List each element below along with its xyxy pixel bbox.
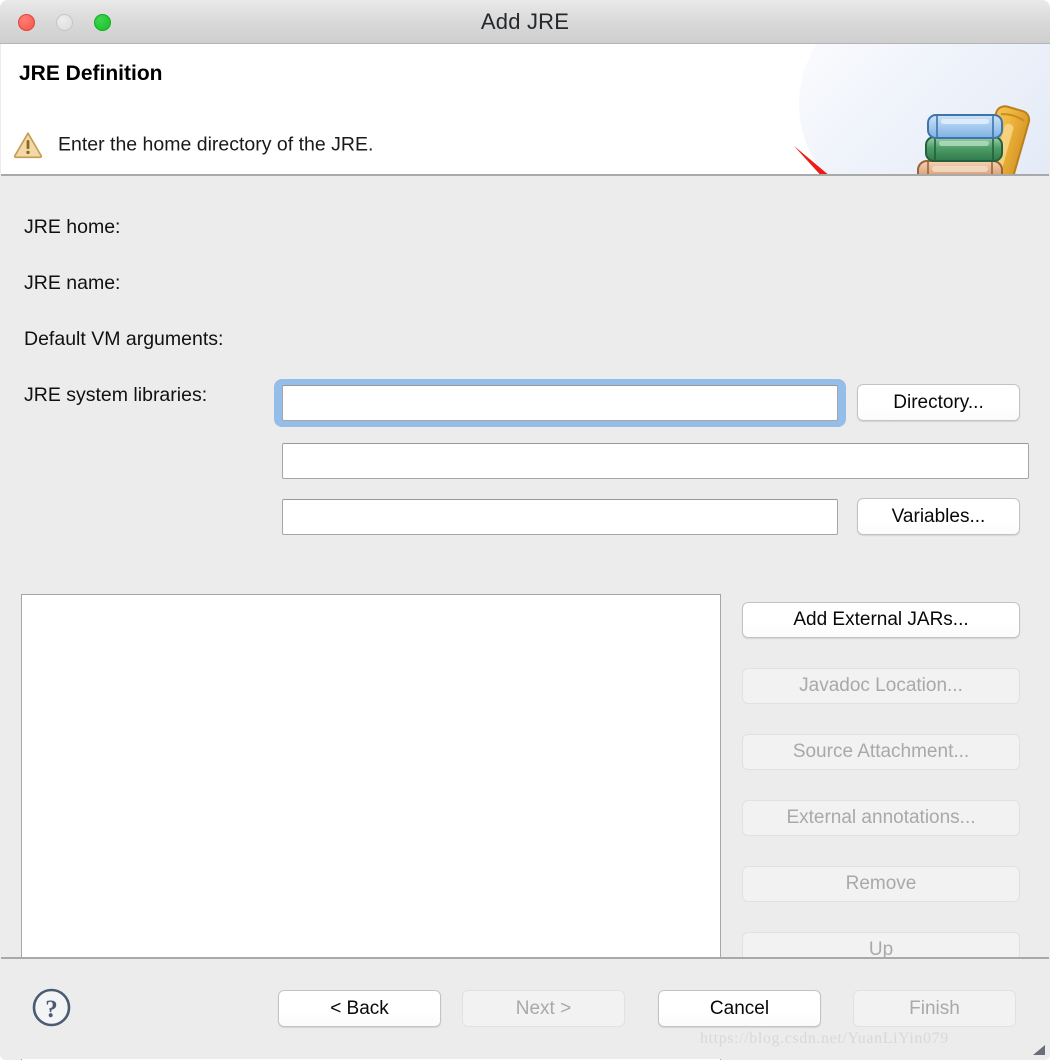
watermark-text: https://blog.csdn.net/YuanLiYin079 xyxy=(700,1030,949,1047)
page-title: JRE Definition xyxy=(19,62,163,85)
dialog-header-banner: JRE Definition Enter the home directory … xyxy=(1,44,1049,176)
javadoc-location-button: Javadoc Location... xyxy=(742,668,1020,704)
remove-button: Remove xyxy=(742,866,1020,902)
dialog-content: JRE home: JRE name: Default VM arguments… xyxy=(1,176,1049,1060)
next-button: Next > xyxy=(462,990,625,1027)
add-jre-dialog-window: Add JRE JRE Definition Enter the home di… xyxy=(0,0,1050,1060)
jre-name-label: JRE name: xyxy=(24,272,121,294)
jre-name-input[interactable] xyxy=(282,443,1029,479)
window-title: Add JRE xyxy=(480,9,570,34)
jre-system-libraries-label: JRE system libraries: xyxy=(24,384,208,406)
resize-grip-icon[interactable] xyxy=(1032,1044,1046,1056)
svg-text:?: ? xyxy=(45,996,58,1023)
back-button[interactable]: < Back xyxy=(278,990,441,1027)
source-attachment-button: Source Attachment... xyxy=(742,734,1020,770)
cancel-button[interactable]: Cancel xyxy=(658,990,821,1027)
jre-home-input[interactable] xyxy=(282,385,838,421)
add-external-jars-button[interactable]: Add External JARs... xyxy=(742,602,1020,638)
default-vm-arguments-label: Default VM arguments: xyxy=(24,328,224,350)
finish-button: Finish xyxy=(853,990,1016,1027)
directory-button[interactable]: Directory... xyxy=(857,384,1020,421)
jre-home-label: JRE home: xyxy=(24,216,121,238)
header-message: Enter the home directory of the JRE. xyxy=(58,133,374,156)
variables-button[interactable]: Variables... xyxy=(857,498,1020,535)
default-vm-arguments-input[interactable] xyxy=(282,499,838,535)
help-question-icon[interactable]: ? xyxy=(31,987,72,1028)
external-annotations-button: External annotations... xyxy=(742,800,1020,836)
window-titlebar: Add JRE xyxy=(0,0,1050,44)
books-stack-icon xyxy=(917,105,1031,174)
warning-triangle-icon xyxy=(13,132,43,159)
